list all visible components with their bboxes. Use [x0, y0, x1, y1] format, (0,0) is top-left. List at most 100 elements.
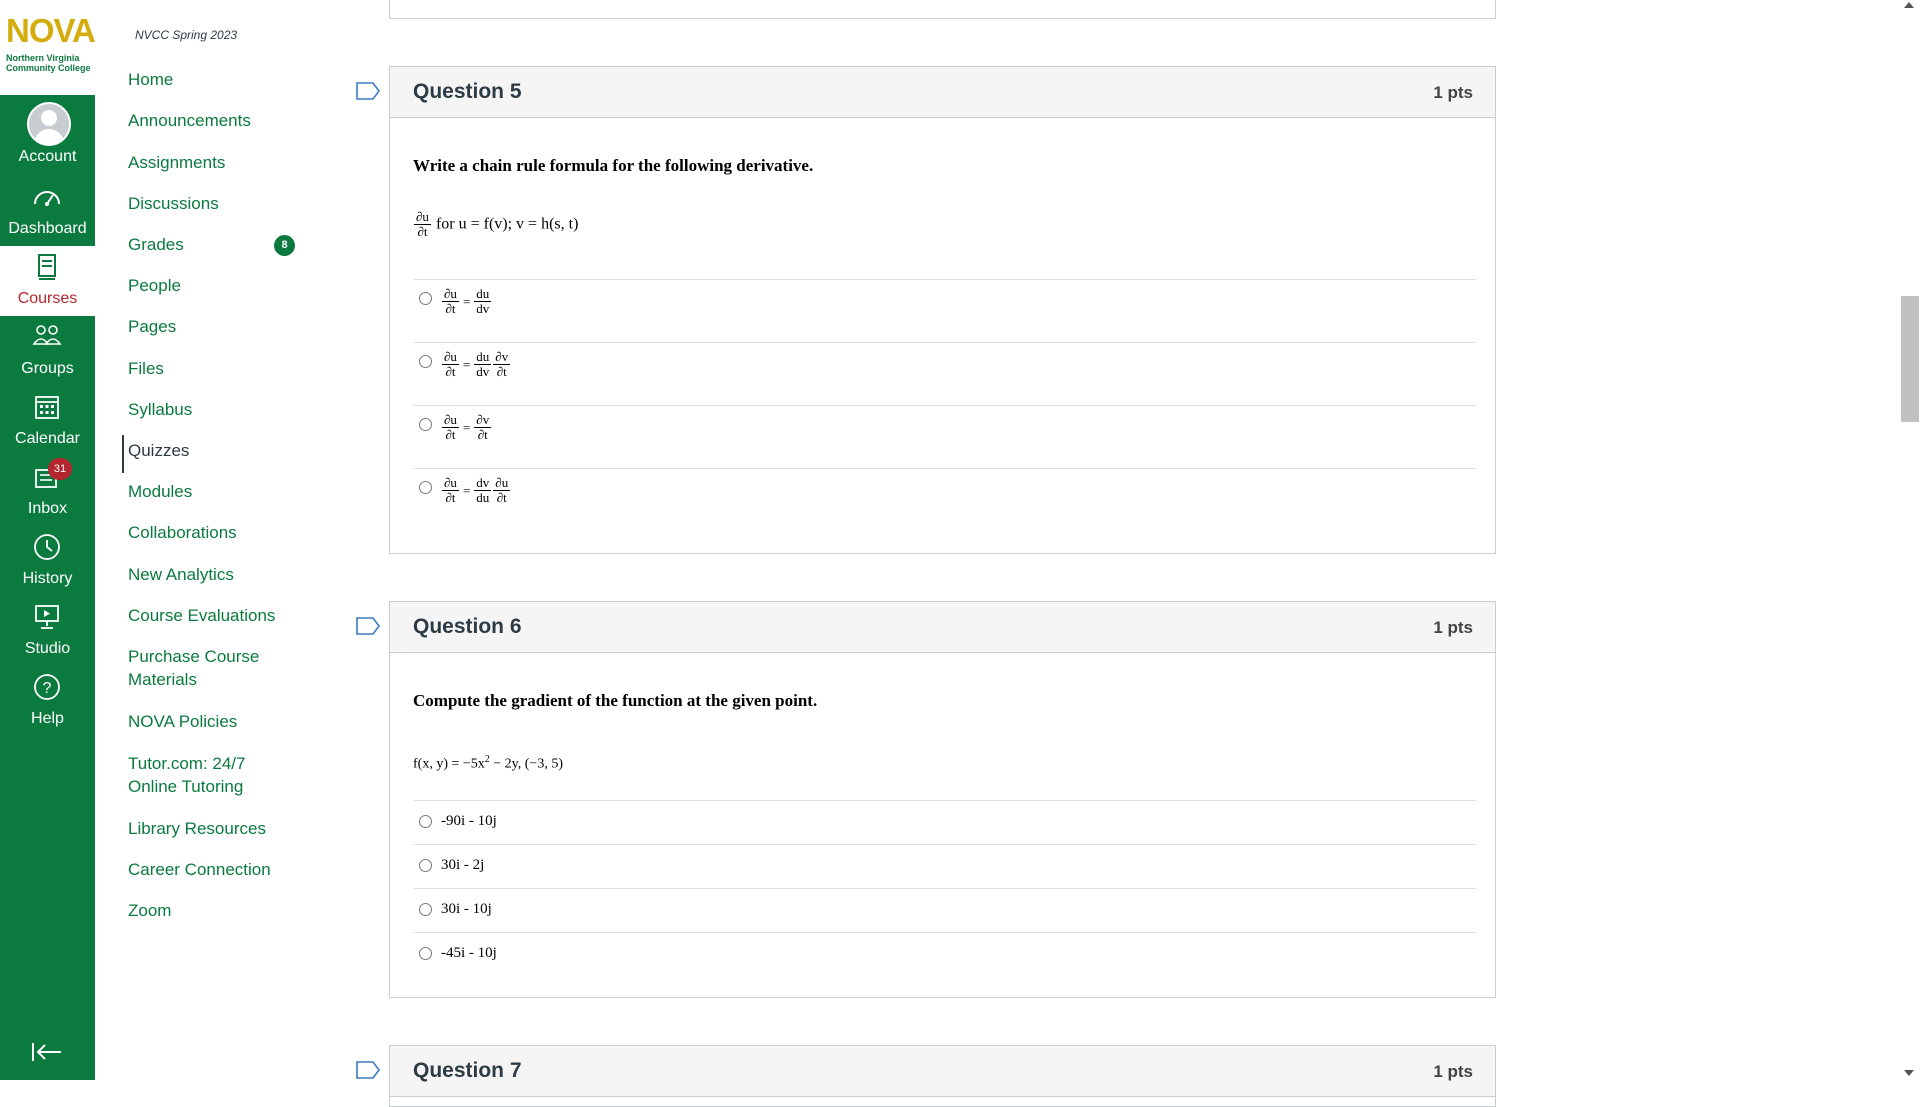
global-nav-label: Help [31, 710, 64, 727]
scrollbar-thumb[interactable] [1901, 296, 1919, 422]
answer-radio[interactable] [419, 815, 432, 828]
course-term-label: NVCC Spring 2023 [135, 28, 238, 42]
global-nav-dashboard[interactable]: Dashboard [0, 176, 95, 246]
answer-radio[interactable] [419, 947, 432, 960]
answer-label: ∂u ∂t = dv du ∂u ∂t [442, 475, 511, 505]
question-formula: f(x, y) = −5x2 − 2y, (−3, 5) [413, 754, 563, 772]
answer-radio[interactable] [419, 481, 432, 494]
question-flag-icon[interactable] [356, 82, 380, 100]
course-nav-syllabus[interactable]: Syllabus [128, 398, 293, 421]
answer-label: ∂u ∂t = ∂v ∂t [442, 412, 492, 442]
global-nav-label: History [22, 570, 73, 587]
global-nav-label: Courses [17, 290, 78, 307]
nova-logo[interactable]: NOVA Northern Virginia Community College [0, 0, 96, 95]
question-title: Question 6 [413, 615, 522, 638]
question-title: Question 5 [413, 80, 522, 103]
answer-option[interactable]: ∂u ∂t = du dv [413, 279, 1476, 342]
global-nav-label: Inbox [27, 500, 68, 517]
course-nav-zoom[interactable]: Zoom [128, 899, 293, 922]
course-nav-announcements[interactable]: Announcements [128, 109, 293, 132]
global-navigation: NOVA Northern Virginia Community College… [0, 0, 96, 1080]
answer-option[interactable]: ∂u ∂t = ∂v ∂t [413, 405, 1476, 468]
collapse-arrow-icon[interactable] [30, 1040, 64, 1064]
global-nav-label: Studio [24, 640, 71, 657]
global-nav-history[interactable]: History [0, 526, 95, 596]
course-nav-nova-policies[interactable]: NOVA Policies [128, 710, 293, 733]
answer-label: ∂u ∂t = du dv ∂v ∂t [442, 349, 511, 379]
groups-people-icon [32, 325, 62, 345]
course-nav-grades-label: Grades [128, 235, 184, 254]
question-6: Question 6 1 pts Compute the gradient of… [389, 601, 1496, 998]
global-nav-account[interactable]: Account [0, 95, 95, 167]
global-nav-label: Account [18, 148, 77, 165]
course-nav-purchase-course-materials[interactable]: Purchase Course Materials [128, 645, 293, 691]
answer-label: ∂u ∂t = du dv [442, 286, 492, 316]
dashboard-gauge-icon [34, 191, 60, 206]
question-formula: ∂u ∂t for u = f(v); v = h(s, t) [413, 210, 578, 239]
history-clock-icon [34, 534, 60, 560]
answer-radio[interactable] [419, 292, 432, 305]
answer-radio[interactable] [419, 859, 432, 872]
calendar-icon [35, 396, 59, 419]
question-flag-icon[interactable] [356, 1061, 380, 1079]
answer-label: 30i - 10j [441, 901, 492, 917]
course-nav-career-connection[interactable]: Career Connection [128, 858, 293, 881]
course-nav-files[interactable]: Files [128, 357, 293, 380]
question-flag-icon[interactable] [356, 617, 380, 635]
course-nav-pages[interactable]: Pages [128, 315, 293, 338]
question-7: Question 7 1 pts [389, 1045, 1496, 1107]
question-points: 1 pts [1433, 618, 1473, 637]
course-nav-new-analytics[interactable]: New Analytics [128, 563, 293, 586]
question-header: Question 6 1 pts [390, 602, 1495, 653]
global-nav-groups[interactable]: Groups [0, 316, 95, 386]
question-points: 1 pts [1433, 83, 1473, 102]
answer-radio[interactable] [419, 355, 432, 368]
global-nav-help[interactable]: ? Help [0, 666, 95, 736]
global-nav-studio[interactable]: Studio [0, 596, 95, 666]
global-nav-label: Dashboard [8, 220, 87, 237]
answer-option[interactable]: 30i - 10j [413, 888, 1476, 932]
global-nav-label: Groups [21, 360, 74, 377]
answer-list: ∂u ∂t = du dv ∂u ∂t = du dv ∂v ∂t ∂u ∂t = ∂v ∂t ∂u ∂t = d… [413, 279, 1476, 531]
answer-option[interactable]: 30i - 2j [413, 844, 1476, 888]
logo-wordmark: NOVA [6, 12, 96, 49]
global-nav-label: Calendar [15, 430, 80, 447]
question-title: Question 7 [413, 1059, 522, 1082]
answer-option[interactable]: -45i - 10j [413, 932, 1476, 976]
course-nav-modules[interactable]: Modules [128, 480, 293, 503]
answer-radio[interactable] [419, 418, 432, 431]
answer-option[interactable]: ∂u ∂t = du dv ∂v ∂t [413, 342, 1476, 405]
scroll-down-arrow-icon[interactable] [1904, 1070, 1914, 1076]
course-nav-home[interactable]: Home [128, 68, 293, 91]
question-5: Question 5 1 pts Write a chain rule form… [389, 66, 1496, 554]
answer-label: 30i - 2j [441, 857, 485, 873]
studio-icon [35, 605, 59, 629]
answer-label: -90i - 10j [441, 813, 497, 829]
question-header: Question 7 1 pts [390, 1046, 1495, 1097]
previous-question-panel [389, 0, 1496, 19]
global-nav-courses[interactable]: Courses [0, 246, 95, 316]
course-nav-people[interactable]: People [128, 274, 293, 297]
course-nav-quizzes[interactable]: Quizzes [122, 435, 293, 473]
course-nav-course-evaluations[interactable]: Course Evaluations [128, 604, 293, 627]
answer-radio[interactable] [419, 903, 432, 916]
question-text: Write a chain rule formula for the follo… [413, 156, 814, 175]
course-nav-grades[interactable]: Grades 8 [128, 233, 298, 257]
logo-subtext: Northern Virginia Community College [6, 53, 91, 73]
global-nav-calendar[interactable]: Calendar [0, 386, 95, 456]
question-text: Compute the gradient of the function at … [413, 691, 818, 710]
question-header: Question 5 1 pts [390, 67, 1495, 118]
page-scrollbar[interactable] [1900, 0, 1920, 1080]
course-nav-collaborations[interactable]: Collaborations [128, 521, 293, 544]
course-nav-discussions[interactable]: Discussions [128, 192, 293, 215]
course-nav-library-resources[interactable]: Library Resources [128, 817, 293, 840]
global-nav-inbox[interactable]: 31 Inbox [0, 456, 95, 526]
help-question-icon: ? [34, 674, 60, 700]
course-nav-assignments[interactable]: Assignments [128, 151, 293, 174]
svg-text:?: ? [43, 680, 52, 697]
course-nav-tutor[interactable]: Tutor.com: 24/7 Online Tutoring [128, 752, 293, 798]
answer-option[interactable]: ∂u ∂t = dv du ∂u ∂t [413, 468, 1476, 531]
scroll-up-arrow-icon[interactable] [1904, 2, 1914, 8]
answer-option[interactable]: -90i - 10j [413, 800, 1476, 844]
grades-count-badge: 8 [274, 235, 295, 256]
